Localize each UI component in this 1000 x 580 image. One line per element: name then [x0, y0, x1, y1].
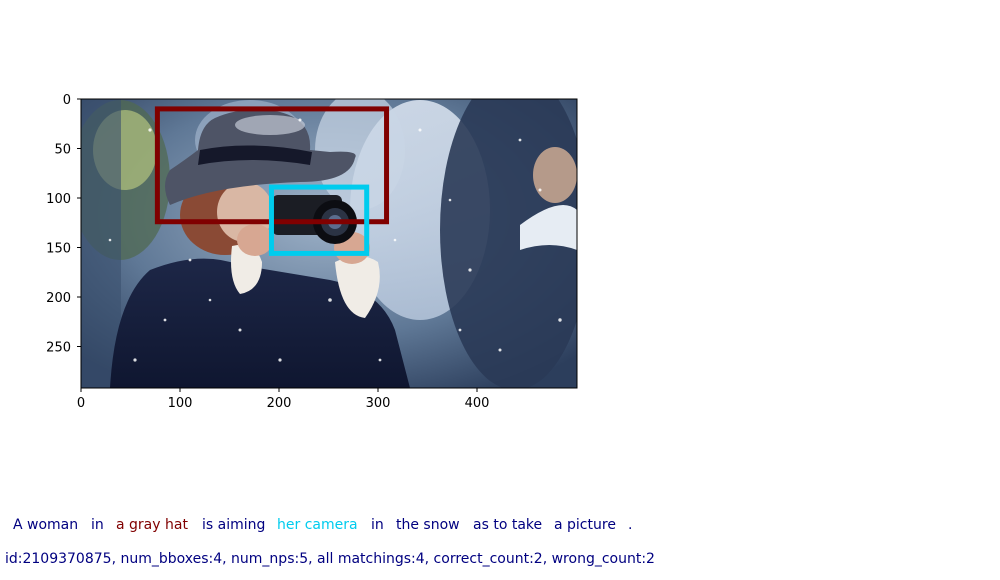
y-tick-label: 250	[46, 341, 71, 356]
phrase: in	[371, 517, 384, 533]
phrase: .	[628, 517, 633, 533]
x-tick-label: 200	[267, 396, 292, 411]
info-line: id:2109370875, num_bboxes:4, num_nps:5, …	[5, 551, 655, 567]
y-axis: 0 50 100 150 200 250	[46, 93, 81, 356]
y-tick-label: 100	[46, 192, 71, 207]
phrase: a picture	[554, 517, 616, 533]
phrase: as to take	[473, 517, 543, 533]
phrase: A woman	[13, 517, 79, 533]
photo	[81, 99, 577, 388]
figure-canvas: 0 100 200 300 400 0 50 100 150 200 250	[46, 93, 578, 411]
phrase: the snow	[396, 517, 460, 533]
phrase: in	[91, 517, 104, 533]
caption-phrases: A woman in a gray hat is aiming her came…	[0, 515, 1000, 535]
x-tick-label: 0	[77, 396, 85, 411]
x-tick-label: 400	[465, 396, 490, 411]
x-tick-label: 100	[168, 396, 193, 411]
x-tick-label: 300	[366, 396, 391, 411]
x-axis: 0 100 200 300 400	[77, 388, 490, 411]
phrase: a gray hat	[116, 517, 188, 533]
phrase: is aiming	[202, 517, 266, 533]
y-tick-label: 0	[63, 93, 71, 108]
y-tick-label: 200	[46, 291, 71, 306]
y-tick-label: 50	[54, 143, 71, 158]
phrase: her camera	[277, 517, 358, 533]
y-tick-label: 150	[46, 242, 71, 257]
